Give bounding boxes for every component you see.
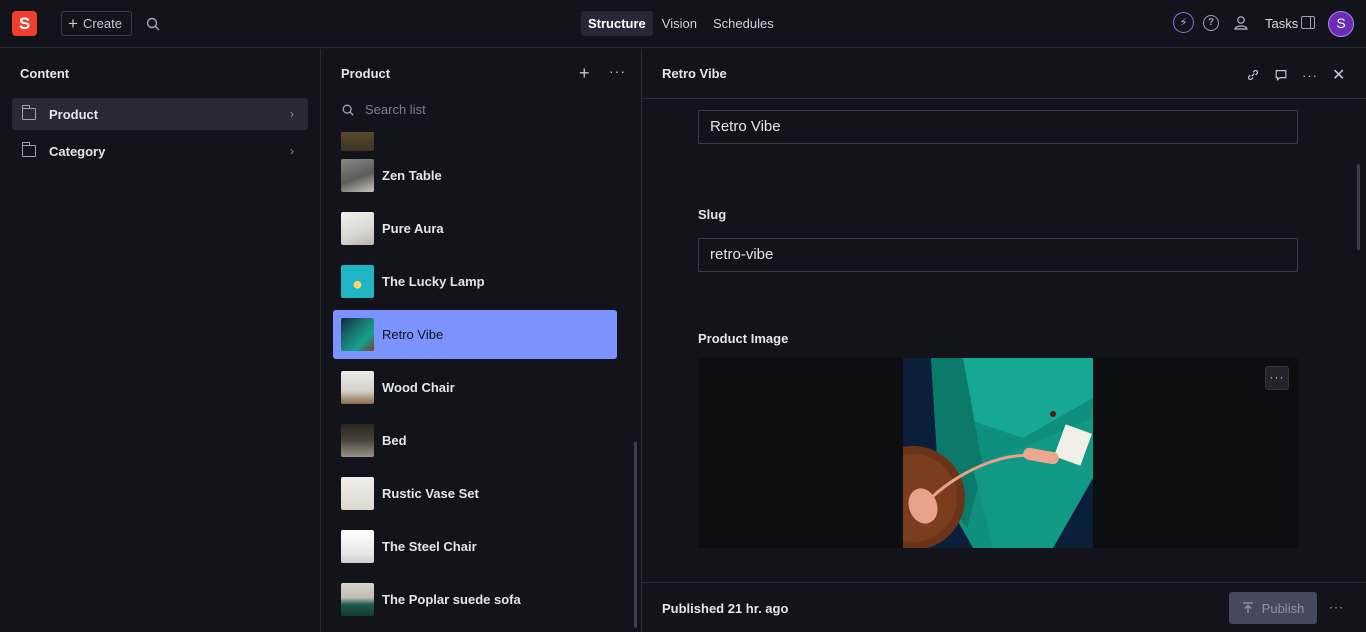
folder-icon (21, 142, 36, 157)
product-thumbnail (341, 371, 374, 404)
presence-area: ⚡ (1173, 12, 1194, 33)
list-item[interactable]: Pure Aura (333, 204, 617, 253)
tab-schedules[interactable]: Schedules (706, 11, 781, 36)
search-icon (342, 104, 354, 116)
document-pane: Retro Vibe ··· ✕ Retro Vibe Slug retro-v… (642, 49, 1366, 632)
document-footer: Published 21 hr. ago Publish ··· (642, 582, 1366, 632)
publish-icon (1242, 602, 1253, 613)
list-item[interactable]: Rustic Vase Set (333, 469, 617, 518)
add-document-icon[interactable]: + (579, 63, 590, 84)
publish-status: Published 21 hr. ago (662, 601, 789, 616)
product-thumbnail (341, 477, 374, 510)
product-thumbnail (341, 212, 374, 245)
list-item[interactable]: The Poplar suede sofa (333, 575, 617, 624)
content-item-label: Product (49, 106, 99, 122)
list-scrollbar[interactable] (634, 442, 637, 628)
list-item-label: Pure Aura (382, 221, 444, 236)
product-image-label: Product Image (698, 331, 789, 346)
content-item-category[interactable]: Category › (12, 135, 308, 167)
help-icon[interactable]: ? (1203, 15, 1219, 31)
publish-button[interactable]: Publish (1229, 592, 1317, 624)
document-title: Retro Vibe (662, 66, 727, 81)
plus-icon: + (68, 14, 78, 33)
document-scrollbar[interactable] (1357, 164, 1360, 250)
search-icon[interactable] (145, 16, 161, 32)
list-item-label: The Steel Chair (382, 539, 477, 554)
search-list-placeholder: Search list (365, 102, 426, 117)
content-pane: Content Product › Category › (0, 49, 321, 632)
list-item-label: Rustic Vase Set (382, 486, 479, 501)
slug-label: Slug (698, 207, 727, 222)
list-item[interactable]: Wood Chair (333, 363, 617, 412)
list-item-label: Zen Table (382, 168, 442, 183)
document-header-actions: ··· ✕ (1246, 65, 1345, 85)
product-pane: Product + ··· Search list Zen Table Pure… (321, 49, 642, 632)
product-thumbnail (341, 318, 374, 351)
close-icon[interactable]: ✕ (1332, 65, 1345, 85)
list-item[interactable]: Bed (333, 416, 617, 465)
bolt-icon[interactable]: ⚡ (1173, 12, 1194, 33)
tasks-button[interactable]: Tasks (1265, 16, 1298, 31)
sidebar-toggle-icon[interactable] (1301, 16, 1315, 29)
chevron-right-icon: › (290, 107, 294, 121)
folder-icon (21, 105, 36, 120)
list-item-label: The Lucky Lamp (382, 274, 485, 289)
tab-structure[interactable]: Structure (581, 11, 653, 36)
more-options-icon[interactable]: ··· (1302, 68, 1318, 83)
product-thumbnail (341, 265, 374, 298)
product-thumbnail (341, 132, 374, 151)
list-item-label: Wood Chair (382, 380, 455, 395)
product-pane-title: Product (341, 66, 391, 81)
product-thumbnail (341, 530, 374, 563)
product-thumbnail (341, 424, 374, 457)
image-more-options-icon[interactable]: ··· (1265, 366, 1289, 390)
top-bar: S + Create Structure Vision Schedules ⚡ … (0, 0, 1366, 48)
footer-more-options-icon[interactable]: ··· (1329, 600, 1344, 614)
product-image-field[interactable]: ··· (698, 358, 1298, 548)
link-icon[interactable] (1246, 68, 1260, 82)
create-button[interactable]: + Create (61, 11, 132, 36)
header-divider (642, 98, 1366, 99)
avatar[interactable]: S (1328, 11, 1354, 37)
people-icon[interactable] (1232, 14, 1250, 32)
slug-field[interactable]: retro-vibe (698, 238, 1298, 272)
content-pane-title: Content (20, 66, 70, 81)
product-thumbnail (341, 583, 374, 616)
list-item[interactable]: The Steel Chair (333, 522, 617, 571)
comment-icon[interactable] (1274, 68, 1288, 82)
search-list-field[interactable]: Search list (341, 102, 426, 117)
studio-logo[interactable]: S (12, 11, 37, 36)
create-label: Create (82, 16, 122, 31)
list-item-label: Retro Vibe (382, 327, 444, 342)
main-nav: Structure Vision Schedules (581, 11, 781, 36)
publish-label: Publish (1261, 600, 1305, 616)
list-item[interactable]: The Lucky Lamp (333, 257, 617, 306)
product-list: Zen Table Pure Aura The Lucky Lamp Retro… (321, 132, 641, 632)
name-field[interactable]: Retro Vibe (698, 110, 1298, 144)
content-item-product[interactable]: Product › (12, 98, 308, 130)
tab-vision[interactable]: Vision (655, 11, 704, 36)
product-image (903, 358, 1093, 548)
product-thumbnail (341, 159, 374, 192)
list-item-label: The Poplar suede sofa (382, 592, 521, 607)
list-item-label: Bed (382, 433, 407, 448)
content-item-label: Category (49, 143, 106, 159)
more-options-icon[interactable]: ··· (609, 63, 626, 79)
list-item[interactable]: Zen Table (333, 151, 617, 200)
chevron-right-icon: › (290, 144, 294, 158)
list-item[interactable]: Retro Vibe (333, 310, 617, 359)
